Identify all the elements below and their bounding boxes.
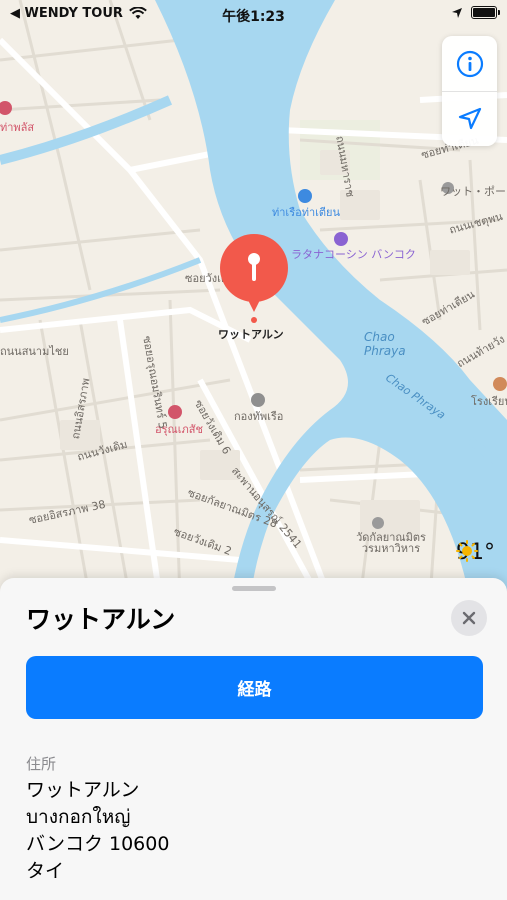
sun-icon	[456, 540, 478, 562]
sheet-grabber[interactable]	[232, 586, 276, 591]
address-line: タイ	[26, 860, 65, 882]
map-label-road-17: ถนนสนามไชย	[0, 345, 69, 358]
map-label-pier: ท่าเรือท่าเตียน	[272, 206, 340, 219]
place-title: ワットアルン	[26, 605, 176, 634]
place-card-sheet: ワットアルン 経路 住所 ワットアルン บางกอกใหญ่ バンコク 1060…	[0, 578, 507, 900]
map-label-road-10: ท่าพลัส	[0, 121, 35, 134]
map-label-wat-pho: ワット・ポー	[440, 185, 506, 198]
status-bar: ◀ WENDY TOUR 午後1:23	[0, 0, 507, 28]
hotel-marker	[334, 232, 348, 246]
weather-badge: 91°	[456, 540, 495, 565]
status-time: 午後1:23	[222, 9, 285, 25]
temple-marker	[372, 517, 384, 529]
location-arrow-icon	[458, 107, 481, 130]
navy-marker	[251, 393, 265, 407]
address-heading: 住所	[26, 755, 57, 773]
address-line: ワットアルン	[26, 779, 140, 801]
info-icon	[456, 50, 483, 77]
current-location-button[interactable]	[442, 91, 497, 146]
map-view[interactable]: ท่าเรือท่าเตียน ラタナコーシン バンコク Chao Phraya…	[0, 0, 507, 600]
close-button[interactable]	[451, 600, 487, 636]
map-label-road-15: โรงเรียน	[471, 395, 507, 408]
location-services-icon	[452, 7, 462, 18]
map-controls	[442, 36, 497, 146]
close-icon	[462, 611, 476, 625]
directions-button[interactable]: 経路	[26, 656, 483, 719]
map-label-chao-phraya: Chao Phraya	[364, 330, 406, 358]
location-pin[interactable]	[217, 234, 291, 324]
school-marker	[493, 377, 507, 391]
map-label-temple: วัดกัลยาณมิตร วรมหาวิหาร	[356, 531, 426, 555]
status-icons	[451, 6, 500, 19]
map-label-navy: กองทัพเรือ	[234, 410, 284, 423]
battery-icon	[471, 6, 500, 19]
pin-label: ワットアルン	[218, 328, 284, 341]
address-block: ワットアルン บางกอกใหญ่ バンコク 10600 タイ	[26, 777, 169, 885]
pier-marker	[298, 189, 312, 203]
hospital-marker	[168, 405, 182, 419]
map-label-hotel: ラタナコーシン バンコク	[291, 248, 416, 261]
info-button[interactable]	[442, 36, 497, 91]
address-line: バンコク 10600	[26, 833, 170, 855]
address-line: บางกอกใหญ่	[26, 806, 131, 828]
pin-icon	[220, 234, 288, 323]
